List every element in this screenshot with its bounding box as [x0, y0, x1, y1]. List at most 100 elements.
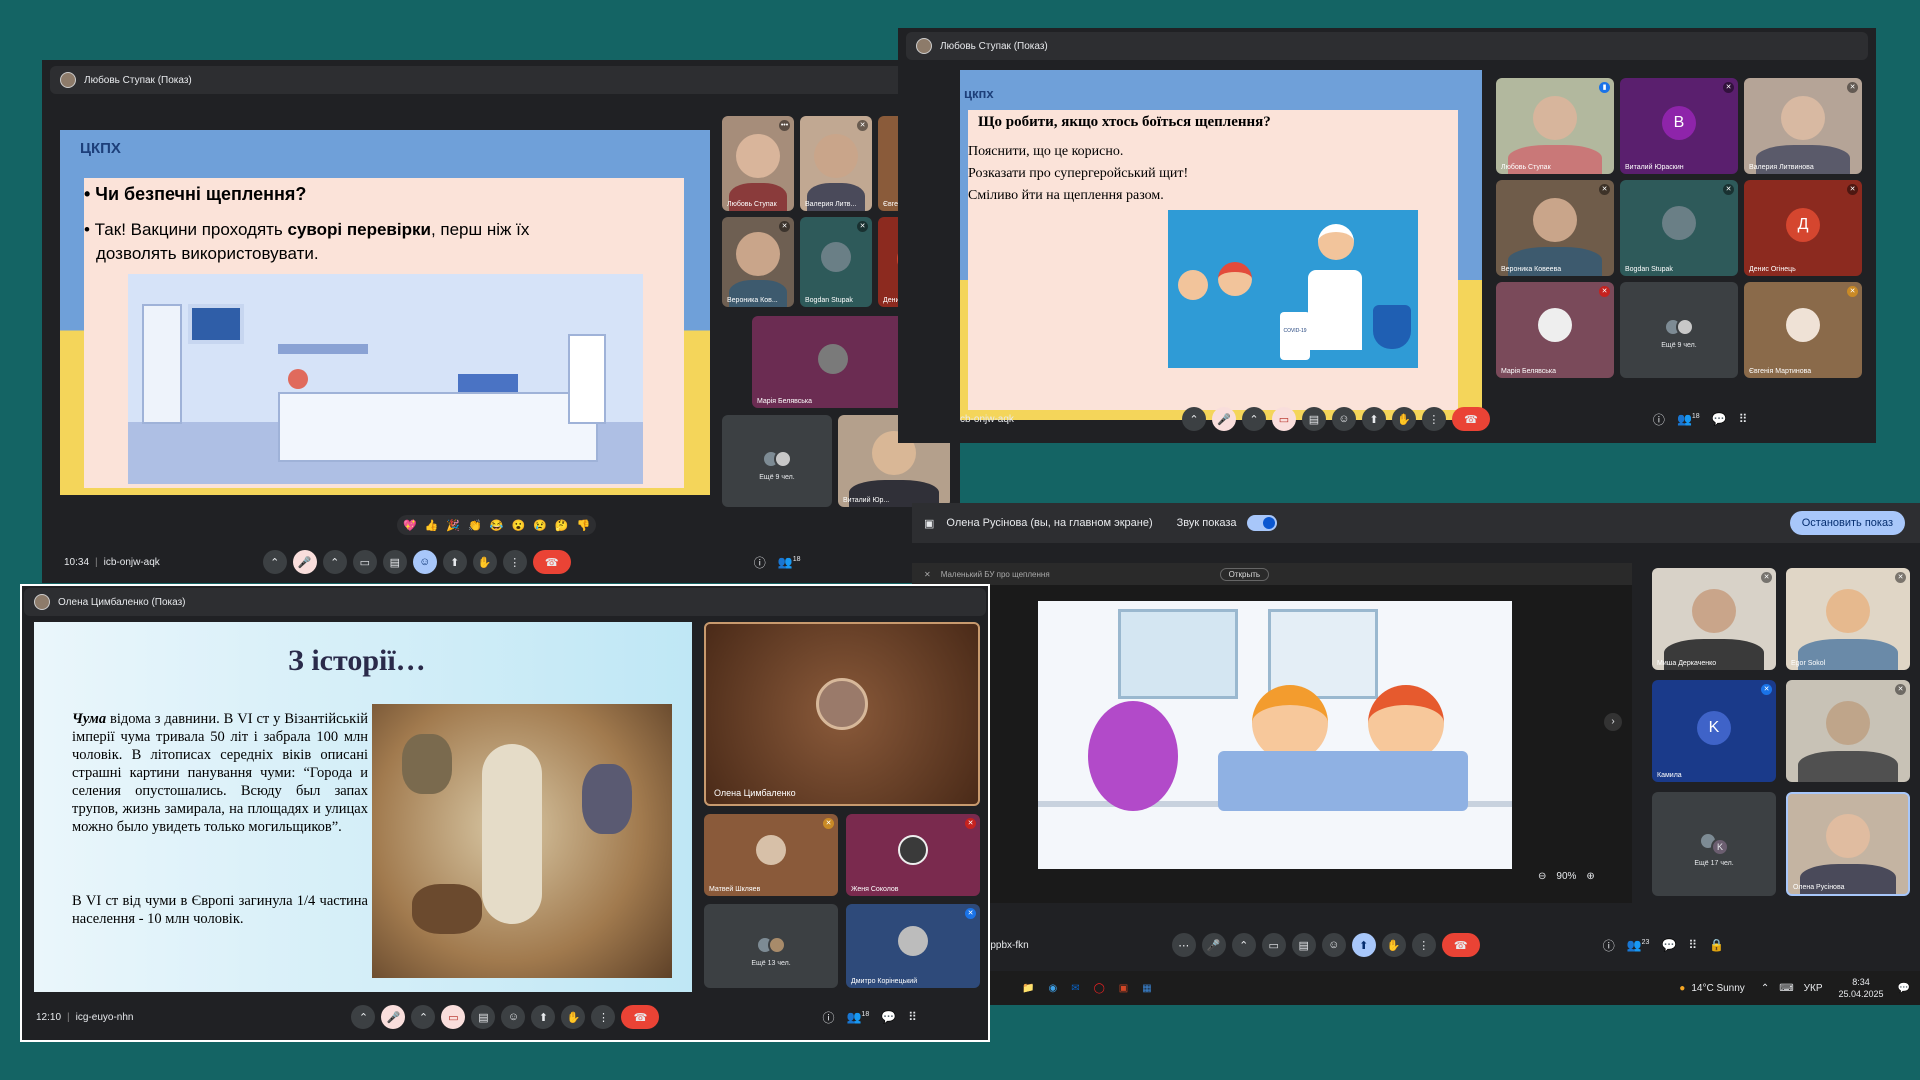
mic-off-icon[interactable]: 🎤 [381, 1005, 406, 1029]
people-icon[interactable]: 👥18 [846, 1010, 869, 1024]
zoom-out-icon[interactable]: ⊖ [1538, 871, 1546, 882]
reaction-thumbs-down[interactable]: 👎 [577, 519, 591, 532]
reaction-surprised[interactable]: 😮 [512, 519, 526, 532]
apps-icon[interactable]: ⠿ [1688, 938, 1697, 952]
people-icon[interactable]: 👥18 [1677, 412, 1700, 426]
leave-call-button[interactable]: ☎ [1441, 933, 1480, 957]
file-explorer-icon[interactable]: 📁 [1022, 983, 1034, 994]
participant-tile[interactable]: ✕ Вероника Ков... [722, 217, 794, 307]
more-options-icon[interactable]: ⋮ [502, 550, 527, 574]
participant-tile[interactable]: ✕ Миша Деркаченко [1652, 568, 1776, 670]
present-icon[interactable]: ⬆ [442, 550, 467, 574]
reaction-thinking[interactable]: 🤔 [555, 519, 569, 532]
reaction-thumbs-up[interactable]: 👍 [425, 519, 439, 532]
video-options-button[interactable]: ⌃ [1231, 933, 1256, 957]
outlook-icon[interactable]: ✉ [1071, 983, 1079, 994]
stop-presenting-button[interactable]: Остановить показ [1789, 511, 1905, 535]
participant-tile[interactable]: ✕ Матвей Шкляев [704, 814, 838, 896]
close-icon[interactable]: ✕ [924, 570, 931, 579]
mic-icon[interactable]: 🎤 [1201, 933, 1226, 957]
tray-chevron-icon[interactable]: ⌃ [1761, 983, 1769, 994]
info-icon[interactable]: ⓘ [822, 1009, 834, 1026]
more-options-icon[interactable]: ⋮ [591, 1005, 616, 1029]
opera-icon[interactable]: ◯ [1094, 983, 1105, 994]
raise-hand-icon[interactable]: ✋ [1381, 933, 1406, 957]
participant-tile[interactable]: ✕ Валерия Литв... [800, 116, 872, 211]
participant-tile[interactable]: ••• Любовь Ступак [722, 116, 794, 211]
mic-off-icon[interactable]: 🎤 [1211, 407, 1236, 431]
edge-icon[interactable]: ◉ [1048, 983, 1057, 994]
reaction-clap[interactable]: 👏 [468, 519, 482, 532]
camera-icon[interactable]: ▭ [1261, 933, 1286, 957]
participant-tile[interactable]: В ✕ Виталий Юраскин [1620, 78, 1738, 174]
participant-tile[interactable]: K ✕ Камила [1652, 680, 1776, 782]
clock[interactable]: 8:34 25.04.2025 [1839, 976, 1884, 1000]
present-icon[interactable]: ⬆ [1351, 933, 1376, 957]
raise-hand-icon[interactable]: ✋ [1391, 407, 1416, 431]
camera-icon[interactable]: ▭ [352, 550, 377, 574]
audio-options-button[interactable]: ⌃ [1181, 407, 1206, 431]
video-options-button[interactable]: ⌃ [411, 1005, 436, 1029]
participant-tile[interactable]: ✕ Валерия Литвинова [1744, 78, 1862, 174]
app-icon[interactable]: ▦ [1142, 983, 1151, 994]
raise-hand-icon[interactable]: ✋ [561, 1005, 586, 1029]
chat-icon[interactable]: 💬 [1712, 412, 1727, 426]
language-indicator[interactable]: УКР [1804, 983, 1823, 994]
more-participants-tile[interactable]: Ещё 13 чел. [704, 904, 838, 988]
reaction-heart[interactable]: 💖 [403, 519, 417, 532]
leave-call-button[interactable]: ☎ [532, 550, 571, 574]
audio-options-button[interactable]: ⌃ [262, 550, 287, 574]
participant-tile[interactable]: ▮ Любовь Ступак [1496, 78, 1614, 174]
captions-icon[interactable]: ▤ [471, 1005, 496, 1029]
participant-tile[interactable]: ✕Марія Белявська [1496, 282, 1614, 378]
emoji-icon[interactable]: ☺ [1321, 933, 1346, 957]
reaction-sad[interactable]: 😢 [533, 519, 547, 532]
main-speaker-tile[interactable]: Олена Цимбаленко [704, 622, 980, 806]
raise-hand-icon[interactable]: ✋ [472, 550, 497, 574]
video-options-button[interactable]: ⌃ [322, 550, 347, 574]
participant-tile[interactable]: ✕ Egor Sokol [1786, 568, 1910, 670]
leave-call-button[interactable]: ☎ [621, 1005, 660, 1029]
participant-tile[interactable]: ✕ Євгенія Мартинова [1744, 282, 1862, 378]
reaction-party[interactable]: 🎉 [446, 519, 460, 532]
self-view-tile[interactable]: Олена Русінова [1786, 792, 1910, 896]
keyboard-icon[interactable]: ⌨ [1779, 983, 1793, 994]
present-icon[interactable]: ⬆ [1361, 407, 1386, 431]
apps-icon[interactable]: ⠿ [1739, 412, 1748, 426]
more-audio-icon[interactable]: ⋯ [1171, 933, 1196, 957]
participant-tile[interactable]: ✕ Bogdan Stupak [800, 217, 872, 307]
info-icon[interactable]: ⓘ [754, 554, 766, 571]
captions-icon[interactable]: ▤ [382, 550, 407, 574]
zoom-in-icon[interactable]: ⊕ [1586, 871, 1594, 882]
open-tab-button[interactable]: Открыть [1219, 567, 1270, 581]
participant-tile[interactable]: ✕ [1786, 680, 1910, 782]
captions-icon[interactable]: ▤ [1291, 933, 1316, 957]
share-audio-toggle[interactable] [1246, 515, 1277, 531]
camera-off-icon[interactable]: ▭ [441, 1005, 466, 1029]
more-options-icon[interactable]: ⋮ [1421, 407, 1446, 431]
more-participants-tile[interactable]: K Ещё 17 чел. [1652, 792, 1776, 896]
notifications-icon[interactable]: 💬 [1898, 983, 1910, 994]
participant-tile[interactable]: ✕ Женя Соколов [846, 814, 980, 896]
info-icon[interactable]: ⓘ [1603, 937, 1615, 954]
chat-icon[interactable]: 💬 [881, 1010, 896, 1024]
camera-off-icon[interactable]: ▭ [1271, 407, 1296, 431]
emoji-icon[interactable]: ☺ [412, 550, 437, 574]
more-participants-tile[interactable]: Ещё 9 чел. [1620, 282, 1738, 378]
emoji-icon[interactable]: ☺ [1331, 407, 1356, 431]
leave-call-button[interactable]: ☎ [1451, 407, 1490, 431]
chat-icon[interactable]: 💬 [1661, 938, 1676, 952]
mic-off-icon[interactable]: 🎤 [292, 550, 317, 574]
captions-icon[interactable]: ▤ [1301, 407, 1326, 431]
video-options-button[interactable]: ⌃ [1241, 407, 1266, 431]
people-icon[interactable]: 👥18 [778, 555, 801, 569]
participant-tile[interactable]: ✕ Вероника Ковеева [1496, 180, 1614, 276]
more-participants-tile[interactable]: Ещё 9 чел. [722, 415, 832, 507]
next-arrow-icon[interactable]: › [1604, 713, 1622, 731]
people-icon[interactable]: 👥23 [1627, 938, 1650, 952]
apps-icon[interactable]: ⠿ [908, 1010, 917, 1024]
audio-options-button[interactable]: ⌃ [351, 1005, 376, 1029]
emoji-icon[interactable]: ☺ [501, 1005, 526, 1029]
lock-icon[interactable]: 🔒 [1709, 938, 1724, 952]
participant-tile[interactable]: Д✕Денис Огінець [1744, 180, 1862, 276]
